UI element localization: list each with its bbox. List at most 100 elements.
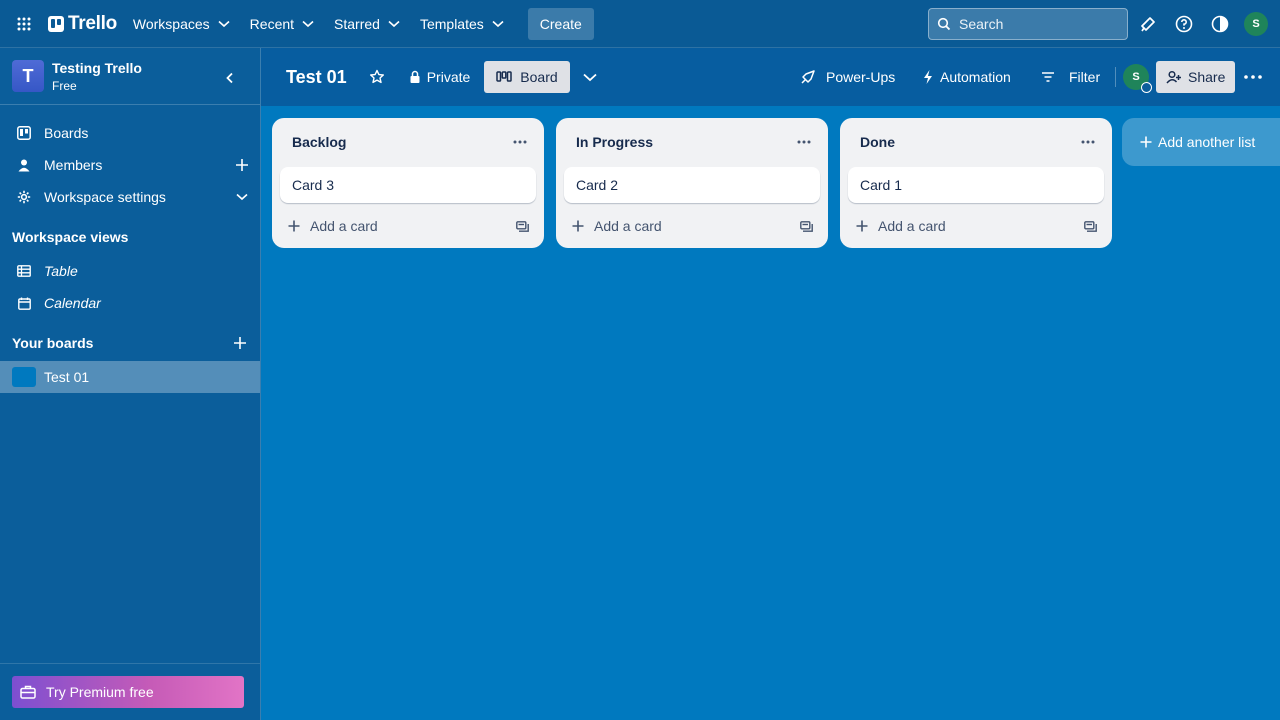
chevron-down-icon <box>218 20 230 28</box>
try-premium-button[interactable]: Try Premium free <box>12 676 244 708</box>
workspace-name: Testing Trello <box>52 59 142 76</box>
sidebar-item-calendar[interactable]: Calendar <box>0 287 260 319</box>
sidebar-board-test-01[interactable]: Test 01 <box>0 361 260 393</box>
table-icon <box>16 263 32 279</box>
automation-button[interactable]: Automation <box>922 61 1011 93</box>
share-label: Share <box>1188 69 1226 85</box>
workspace-logo: T <box>12 60 44 92</box>
add-card-label: Add a card <box>594 218 662 234</box>
card-item[interactable]: Card 3 <box>280 167 536 203</box>
chevron-left-icon <box>226 72 233 84</box>
create-from-template-button[interactable] <box>792 210 820 242</box>
trello-board-icon <box>16 125 32 141</box>
trello-logo-icon <box>48 15 64 32</box>
chevron-down-icon <box>388 20 400 28</box>
lightning-icon <box>924 70 932 84</box>
switch-view-button[interactable] <box>578 61 602 93</box>
help-button[interactable] <box>1168 8 1200 40</box>
avatar: S <box>1123 64 1152 93</box>
star-icon <box>369 69 384 84</box>
add-card-label: Add a card <box>878 218 946 234</box>
automation-label: Automation <box>940 69 1011 85</box>
card-item[interactable]: Card 2 <box>564 167 820 203</box>
account-menu-button[interactable]: S <box>1240 8 1272 40</box>
filter-label: Filter <box>1069 69 1101 85</box>
plus-icon <box>234 337 246 349</box>
more-horizontal-icon <box>797 140 811 144</box>
header-divider <box>1115 67 1116 87</box>
sidebar-item-members[interactable]: Members <box>0 149 260 181</box>
list-backlog[interactable]: Backlog Card 3 Add a card <box>272 118 544 248</box>
visibility-button[interactable]: Private <box>403 61 477 93</box>
list-actions-button[interactable] <box>504 126 536 158</box>
sidebar-item-workspace-settings[interactable]: Workspace settings <box>0 181 260 213</box>
plus-icon <box>572 220 584 232</box>
chevron-down-icon[interactable] <box>234 189 250 205</box>
sidebar-item-table[interactable]: Table <box>0 255 260 287</box>
plus-icon <box>1140 136 1152 148</box>
board-view-button[interactable]: Board <box>484 61 570 93</box>
create-button-label: Create <box>539 15 582 32</box>
sidebar-item-boards[interactable]: Boards <box>0 117 260 149</box>
starred-menu-button[interactable]: Starred <box>326 8 408 40</box>
card-item[interactable]: Card 1 <box>848 167 1104 203</box>
create-from-template-button[interactable] <box>508 210 536 242</box>
list-title[interactable]: In Progress <box>576 134 653 150</box>
help-icon <box>1175 15 1193 33</box>
sidebar-item-label: Table <box>44 263 78 279</box>
create-from-template-button[interactable] <box>1076 210 1104 242</box>
briefcase-icon <box>20 685 36 699</box>
filter-button[interactable]: Filter <box>1041 61 1100 93</box>
sidebar-item-label: Members <box>44 157 103 173</box>
board-header: Test 01 Private Board Power-Ups Automati… <box>261 48 1280 106</box>
power-ups-button[interactable]: Power-Ups <box>800 61 895 93</box>
add-member-button[interactable] <box>234 157 250 173</box>
board-member-avatar-button[interactable]: S <box>1123 61 1152 93</box>
add-card-button[interactable]: Add a card <box>280 210 500 242</box>
plus-icon <box>236 159 248 171</box>
board-title[interactable]: Test 01 <box>286 67 347 88</box>
board-menu-button[interactable] <box>1237 61 1269 93</box>
more-horizontal-icon <box>513 140 527 144</box>
templates-menu-button[interactable]: Templates <box>412 8 512 40</box>
recent-menu-button[interactable]: Recent <box>242 8 322 40</box>
add-another-list-label: Add another list <box>1158 134 1256 150</box>
card-template-icon <box>799 220 813 232</box>
share-button[interactable]: Share <box>1156 61 1236 93</box>
theme-toggle-button[interactable] <box>1204 8 1236 40</box>
add-another-list-button[interactable]: Add another list <box>1122 118 1280 166</box>
add-card-button[interactable]: Add a card <box>848 210 1068 242</box>
list-actions-button[interactable] <box>1072 126 1104 158</box>
list-actions-button[interactable] <box>788 126 820 158</box>
more-horizontal-icon <box>1081 140 1095 144</box>
top-navigation-bar: Trello Workspaces Recent Starred Templat… <box>0 0 1280 48</box>
list-done[interactable]: Done Card 1 Add a card <box>840 118 1112 248</box>
list-title[interactable]: Backlog <box>292 134 346 150</box>
create-board-button[interactable] <box>232 335 248 351</box>
avatar: S <box>1244 12 1268 36</box>
search-input[interactable]: Search <box>928 8 1128 40</box>
board-view-icon <box>496 71 513 82</box>
collapse-sidebar-button[interactable] <box>214 62 246 94</box>
board-view-label: Board <box>520 69 558 85</box>
star-board-button[interactable] <box>361 61 393 93</box>
plus-icon <box>856 220 868 232</box>
trello-logo[interactable]: Trello <box>48 8 117 40</box>
list-title[interactable]: Done <box>860 134 895 150</box>
workspaces-menu-button[interactable]: Workspaces <box>125 8 238 40</box>
create-button[interactable]: Create <box>527 7 594 40</box>
try-premium-label: Try Premium free <box>46 684 154 700</box>
grid-icon <box>17 17 31 30</box>
lock-icon <box>410 70 420 83</box>
contrast-icon <box>1211 15 1229 33</box>
search-icon <box>937 17 951 31</box>
notifications-button[interactable] <box>1132 8 1164 40</box>
list-in-progress[interactable]: In Progress Card 2 Add a card <box>556 118 828 248</box>
gear-icon <box>16 189 32 205</box>
chevron-down-icon <box>583 73 597 81</box>
visibility-label: Private <box>426 69 471 85</box>
plus-icon <box>288 220 300 232</box>
app-switcher-button[interactable] <box>8 8 40 40</box>
add-card-button[interactable]: Add a card <box>564 210 784 242</box>
your-boards-heading: Your boards <box>12 335 94 351</box>
